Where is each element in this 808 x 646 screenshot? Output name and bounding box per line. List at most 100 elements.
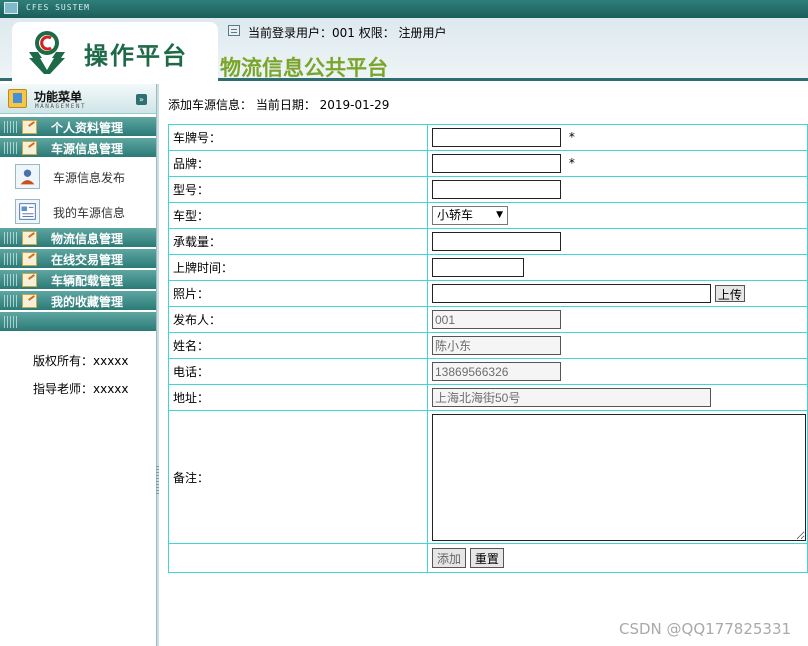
required-mark: * [568,156,575,170]
edit-icon [22,120,37,134]
form-row: 照片： 上传 [168,280,808,307]
sidebar-section-label: 我的收藏管理 [51,295,124,309]
empty-cell [168,543,428,573]
form-row: 姓名： [168,332,808,359]
edit-icon [22,231,37,245]
document-list-icon [15,199,40,224]
publisher-label: 发布人： [168,306,428,333]
logo-tab: 操作平台 [12,22,218,81]
stripe-decoration [4,295,18,307]
form-row: 型号： [168,176,808,203]
sidebar-section-trading[interactable]: 在线交易管理 [0,249,157,269]
stripe-decoration [4,121,18,133]
sidebar-section-loading[interactable]: 车辆配载管理 [0,270,157,290]
sidebar-item-publish-vehicle[interactable]: 车源信息发布 [0,159,157,194]
platform-title: 物流信息公共平台 [220,55,388,80]
plate-label: 车牌号： [168,124,428,151]
panel-splitter[interactable] [156,84,159,646]
photo-input[interactable] [432,284,711,303]
form-row: 上牌时间： [168,254,808,281]
model-cell [427,176,808,203]
photo-cell: 上传 [427,280,808,307]
notes-textarea[interactable] [432,413,806,541]
form-row: 承载量： [168,228,808,255]
stripe-decoration [4,253,18,265]
sidebar-item-my-vehicles[interactable]: 我的车源信息 [0,194,157,229]
sidebar-item-label: 车源信息发布 [53,171,126,185]
phone-cell [427,358,808,385]
stripe-decoration [4,316,18,328]
form-row: 电话： [168,358,808,385]
page-header: 操作平台 当前登录用户：001 权限： 注册用户 物流信息公共平台 [0,18,808,81]
notes-cell [427,410,808,544]
upload-button[interactable]: 上传 [714,285,745,302]
brand-input[interactable] [432,154,561,173]
address-field[interactable] [432,388,711,407]
user-card-icon [15,164,40,189]
form-row: 发布人： [168,306,808,333]
sidebar-section-label: 车辆配载管理 [51,274,124,288]
address-label: 地址： [168,384,428,411]
add-button[interactable]: 添加 [432,548,467,568]
publisher-field[interactable] [432,310,561,329]
collapse-menu-icon[interactable]: » [136,94,147,105]
name-field[interactable] [432,336,561,355]
sidebar-footer-bar [0,312,157,332]
chevron-down-icon: ▼ [496,210,503,220]
actions-cell: 添加 重置 [427,543,808,573]
reset-button[interactable]: 重置 [469,548,504,568]
stripe-decoration [4,142,18,154]
plate-input[interactable] [432,128,561,147]
type-label: 车型： [168,202,428,229]
plate-cell: * [427,124,808,151]
phone-field[interactable] [432,362,561,381]
sidebar-section-label: 个人资料管理 [51,121,124,135]
photo-label: 照片： [168,280,428,307]
plate-date-input[interactable] [432,258,524,277]
form-row: 品牌： * [168,150,808,177]
capacity-label: 承载量： [168,228,428,255]
sidebar-section-logistics[interactable]: 物流信息管理 [0,228,157,248]
edit-icon [22,252,37,266]
publisher-cell [427,306,808,333]
form-row: 地址： [168,384,808,411]
notes-label: 备注： [168,410,428,544]
form-row: 车牌号： * [168,124,808,151]
edit-icon [22,294,37,308]
splitter-grip-icon[interactable] [156,466,159,494]
sidebar-section-label: 车源信息管理 [51,142,124,156]
watermark: CSDN @QQ177825331 [619,620,792,638]
name-label: 姓名： [168,332,428,359]
vehicle-type-select[interactable]: 小轿车 ▼ [432,206,508,225]
logo-text: 操作平台 [84,41,188,70]
sidebar-section-profile[interactable]: 个人资料管理 [0,117,157,137]
plate-date-cell [427,254,808,281]
vehicle-form: 车牌号： * 品牌： * 型号： 车型： 小轿车 ▼ 承载量： 上牌时间： 照片… [168,124,808,573]
system-title: CFES SUSTEM [26,3,90,12]
sidebar-section-favorites[interactable]: 我的收藏管理 [0,291,157,311]
user-info-icon [228,25,240,36]
brand-label: 品牌： [168,150,428,177]
user-status: 当前登录用户：001 权限： 注册用户 [248,26,447,40]
vehicle-type-value: 小轿车 [437,208,474,222]
edit-icon [22,141,37,155]
sidebar-section-vehicle-source[interactable]: 车源信息管理 [0,138,157,158]
capacity-input[interactable] [432,232,561,251]
name-cell [427,332,808,359]
required-mark: * [568,130,575,144]
model-input[interactable] [432,180,561,199]
sidebar-item-label: 我的车源信息 [53,206,126,220]
menu-header: 功能菜单 MANAGEMENT » [0,84,157,114]
type-cell: 小轿车 ▼ [427,202,808,229]
copyright-text: 版权所有：xxxxx [33,354,129,368]
stripe-decoration [4,274,18,286]
computer-icon [4,2,18,14]
teacher-text: 指导老师：xxxxx [33,382,129,396]
phone-label: 电话： [168,358,428,385]
plate-date-label: 上牌时间： [168,254,428,281]
menu-subtitle: MANAGEMENT [35,103,87,110]
logo-icon [29,31,65,74]
stripe-decoration [4,232,18,244]
form-title: 添加车源信息： 当前日期： 2019-01-29 [168,98,390,112]
sidebar-section-label: 物流信息管理 [51,232,124,246]
